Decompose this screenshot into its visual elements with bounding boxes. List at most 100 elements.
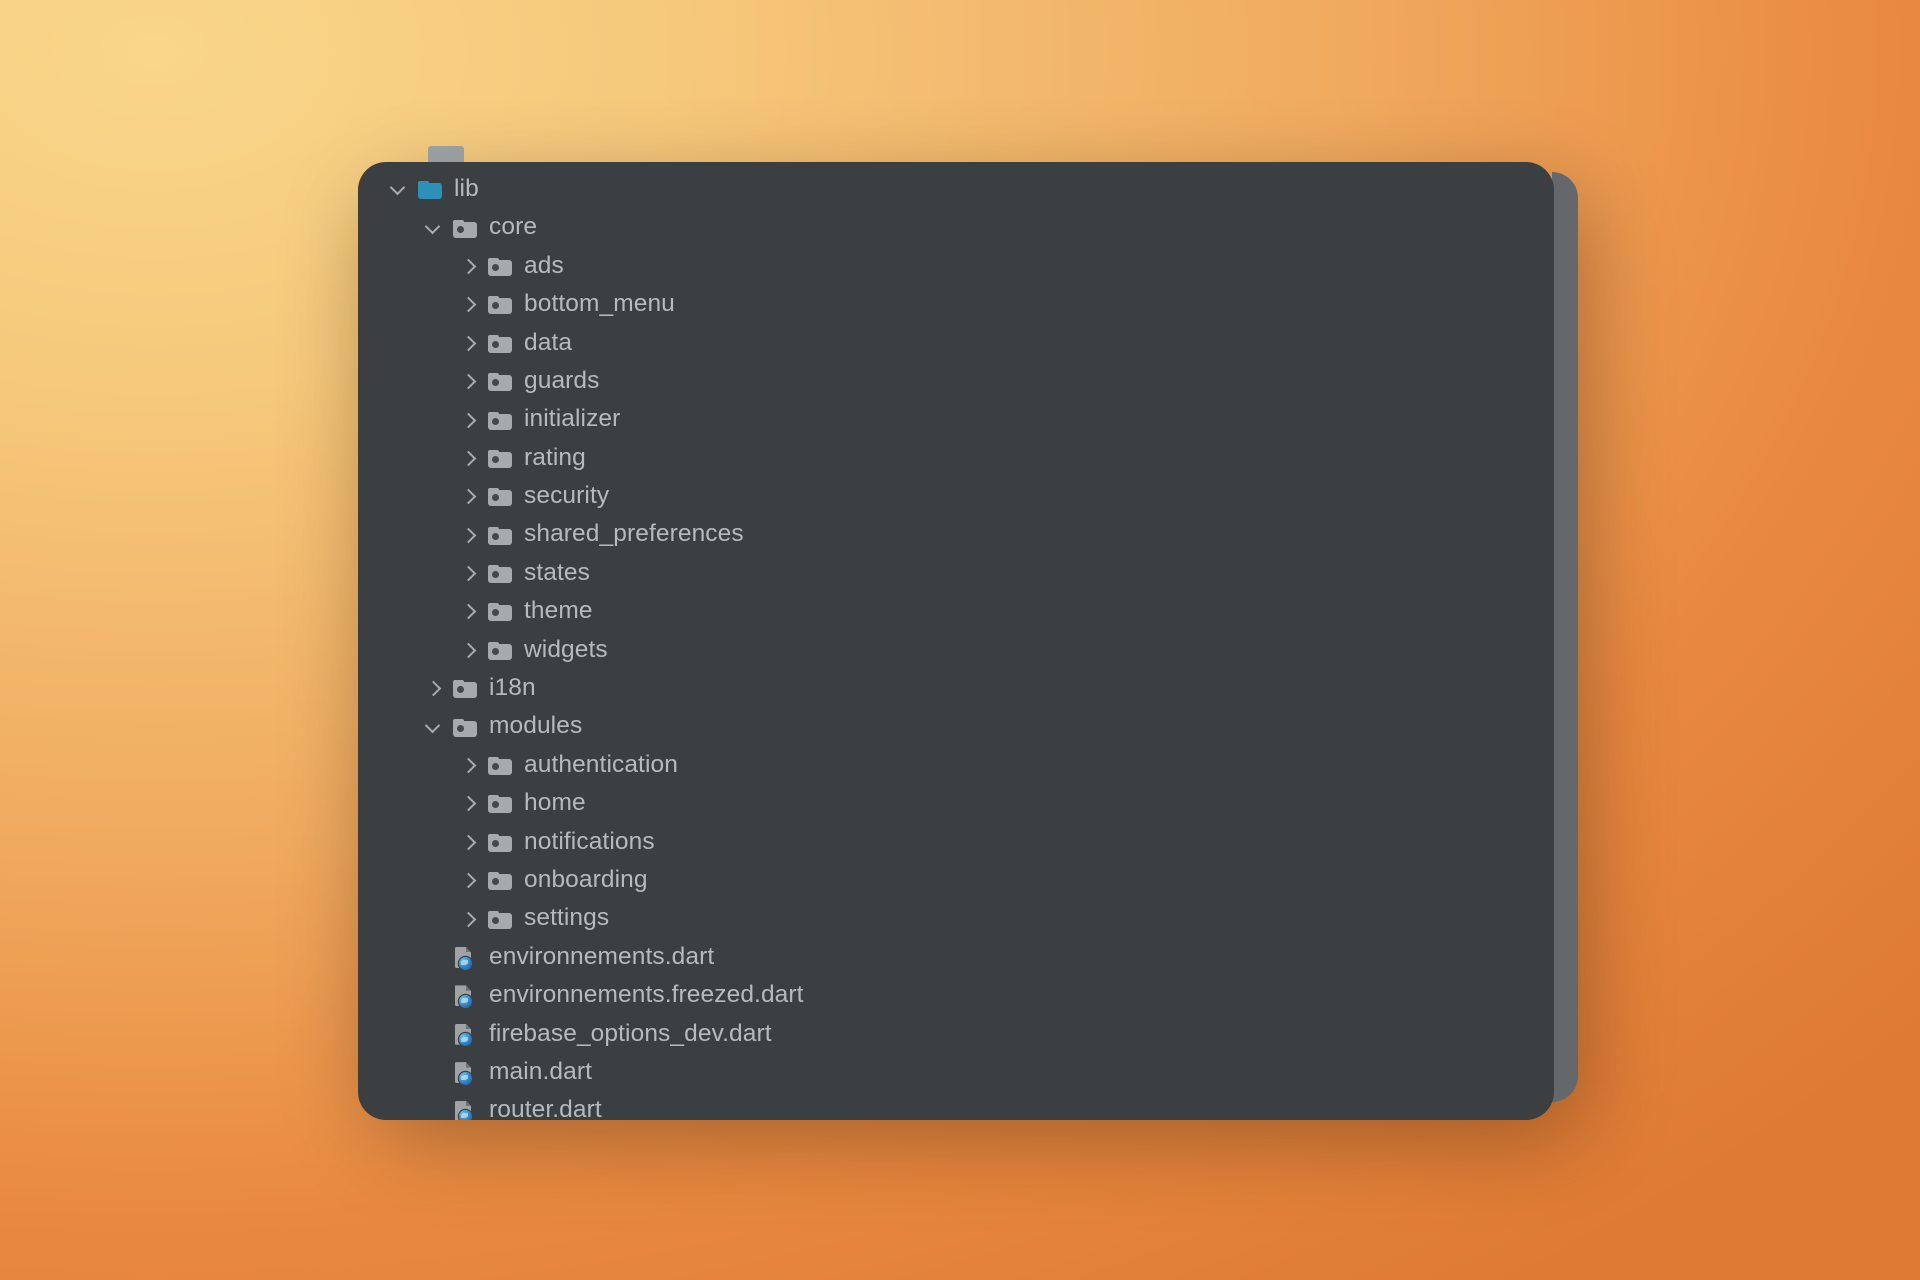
- tree-row-label: theme: [524, 597, 593, 625]
- project-file-tree-panel: lib core ads bottom_menudata guards initializ…: [358, 162, 1578, 1120]
- chevron-right-icon[interactable]: [456, 598, 482, 624]
- folder-icon: [486, 291, 516, 317]
- chevron-right-icon[interactable]: [456, 368, 482, 394]
- clipped-row-fragment-above-panel: [428, 146, 464, 162]
- folder-icon: [486, 445, 516, 471]
- tree-row-folder[interactable]: notifications: [358, 823, 1554, 861]
- tree-row-folder[interactable]: initializer: [358, 400, 1554, 438]
- tree-row-label: notifications: [524, 827, 655, 855]
- chevron-right-icon[interactable]: [456, 752, 482, 778]
- chevron-right-icon[interactable]: [456, 522, 482, 548]
- tree-row-file[interactable]: firebase_options_dev.dart: [358, 1015, 1554, 1053]
- chevron-right-icon[interactable]: [456, 867, 482, 893]
- folder-source-root-icon: [416, 176, 446, 202]
- tree-row-folder[interactable]: onboarding: [358, 861, 1554, 899]
- tree-row-folder[interactable]: rating: [358, 439, 1554, 477]
- chevron-down-icon[interactable]: [421, 714, 447, 740]
- folder-icon: [486, 790, 516, 816]
- tree-row-folder[interactable]: theme: [358, 592, 1554, 630]
- tree-row-folder[interactable]: security: [358, 477, 1554, 515]
- folder-icon: [486, 253, 516, 279]
- tree-row-folder[interactable]: settings: [358, 899, 1554, 937]
- tree-row-folder[interactable]: bottom_menu: [358, 285, 1554, 323]
- panel-right-edge-scrollbar[interactable]: [1552, 172, 1578, 1102]
- tree-row-label: router.dart: [489, 1096, 602, 1120]
- tree-row-folder[interactable]: i18n: [358, 669, 1554, 707]
- tree-row-folder[interactable]: ads: [358, 247, 1554, 285]
- chevron-right-icon[interactable]: [456, 407, 482, 433]
- folder-icon: [486, 906, 516, 932]
- chevron-right-icon[interactable]: [456, 906, 482, 932]
- file-tree-panel-body: lib core ads bottom_menudata guards initializ…: [358, 162, 1554, 1120]
- tree-row-label: onboarding: [524, 865, 648, 893]
- tree-row-label: core: [489, 213, 538, 241]
- tree-row-label: authentication: [524, 750, 678, 778]
- folder-icon: [451, 215, 481, 241]
- tree-row-file[interactable]: environnements.freezed.dart: [358, 976, 1554, 1014]
- tree-row-label: shared_preferences: [524, 520, 744, 548]
- tree-row-label: home: [524, 789, 586, 817]
- chevron-right-icon[interactable]: [456, 291, 482, 317]
- tree-row-folder[interactable]: modules: [358, 707, 1554, 745]
- tree-row-label: bottom_menu: [524, 290, 675, 318]
- chevron-right-icon[interactable]: [456, 829, 482, 855]
- tree-row-label: ads: [524, 251, 564, 279]
- tree-row-label: guards: [524, 366, 600, 394]
- folder-icon: [486, 752, 516, 778]
- chevron-right-icon[interactable]: [456, 445, 482, 471]
- tree-row-folder[interactable]: states: [358, 554, 1554, 592]
- folder-icon: [486, 483, 516, 509]
- folder-icon: [486, 829, 516, 855]
- folder-icon: [486, 867, 516, 893]
- tree-row-folder[interactable]: widgets: [358, 631, 1554, 669]
- tree-row-file[interactable]: environnements.dart: [358, 938, 1554, 976]
- tree-row-folder[interactable]: guards: [358, 362, 1554, 400]
- folder-icon: [486, 407, 516, 433]
- dart-file-icon: [451, 1059, 481, 1085]
- chevron-right-icon[interactable]: [456, 637, 482, 663]
- dart-file-icon: [451, 982, 481, 1008]
- tree-row-folder[interactable]: home: [358, 784, 1554, 822]
- chevron-down-icon[interactable]: [421, 215, 447, 241]
- chevron-right-icon[interactable]: [456, 253, 482, 279]
- chevron-right-icon[interactable]: [456, 483, 482, 509]
- tree-row-folder[interactable]: core: [358, 208, 1554, 246]
- tree-row-label: widgets: [524, 635, 608, 663]
- tree-row-folder[interactable]: lib: [358, 170, 1554, 208]
- tree-row-folder[interactable]: shared_preferences: [358, 516, 1554, 554]
- chevron-down-icon[interactable]: [386, 176, 412, 202]
- chevron-right-icon[interactable]: [456, 790, 482, 816]
- tree-row-label: environnements.freezed.dart: [489, 981, 804, 1009]
- dart-file-icon: [451, 944, 481, 970]
- tree-row-label: firebase_options_dev.dart: [489, 1019, 772, 1047]
- dart-file-icon: [451, 1098, 481, 1120]
- tree-row-label: settings: [524, 904, 610, 932]
- folder-icon: [451, 675, 481, 701]
- folder-icon: [486, 560, 516, 586]
- chevron-right-icon[interactable]: [421, 675, 447, 701]
- chevron-right-icon[interactable]: [456, 330, 482, 356]
- tree-row-folder[interactable]: data: [358, 324, 1554, 362]
- tree-row-label: lib: [454, 174, 479, 202]
- tree-row-label: i18n: [489, 674, 536, 702]
- tree-row-label: data: [524, 328, 573, 356]
- dart-file-icon: [451, 1021, 481, 1047]
- tree-row-label: states: [524, 558, 590, 586]
- folder-icon: [486, 598, 516, 624]
- tree-row-label: modules: [489, 712, 583, 740]
- folder-icon: [486, 330, 516, 356]
- chevron-right-icon[interactable]: [456, 560, 482, 586]
- folder-icon: [451, 714, 481, 740]
- tree-row-file[interactable]: main.dart: [358, 1053, 1554, 1091]
- tree-row-folder[interactable]: authentication: [358, 746, 1554, 784]
- tree-row-label: environnements.dart: [489, 942, 715, 970]
- tree-row-file[interactable]: router.dart: [358, 1091, 1554, 1120]
- tree-row-label: main.dart: [489, 1057, 593, 1085]
- tree-row-label: initializer: [524, 405, 621, 433]
- tree-row-label: rating: [524, 443, 586, 471]
